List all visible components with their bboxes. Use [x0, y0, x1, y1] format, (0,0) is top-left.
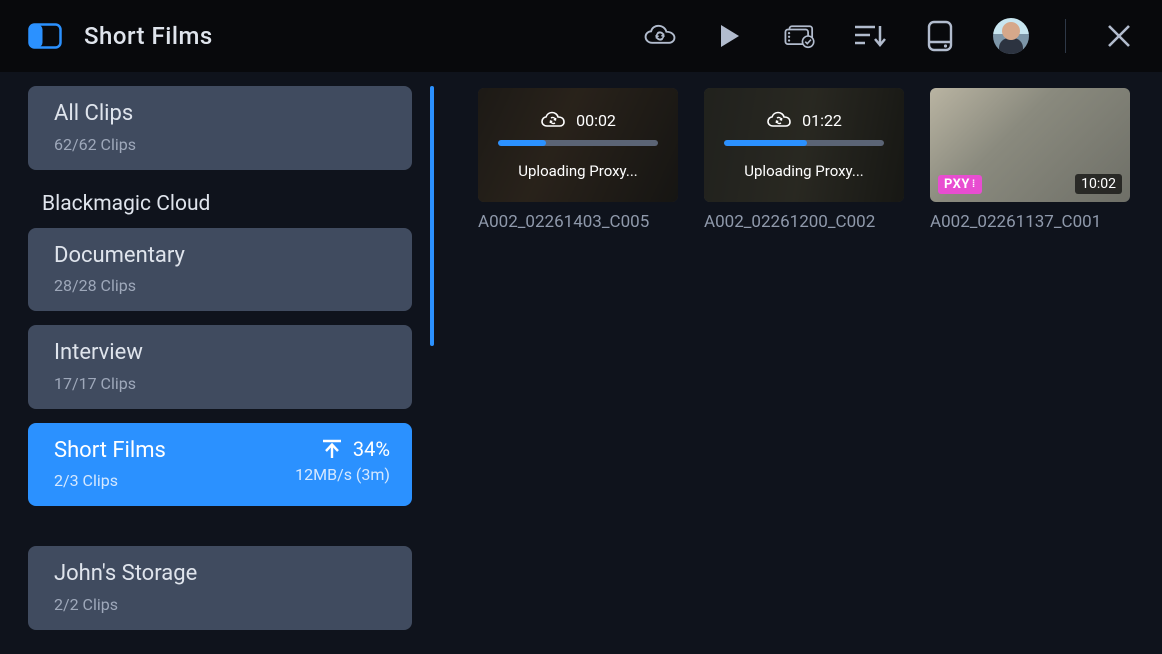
- bin-interview[interactable]: Interview 17/17 Clips: [28, 325, 412, 409]
- cloud-sync-icon: [643, 22, 677, 50]
- bin-title: Documentary: [54, 242, 390, 271]
- play-button[interactable]: [713, 19, 747, 53]
- bin-subtitle: 2/3 Clips: [54, 471, 166, 490]
- sidebar-scrollbar[interactable]: [430, 86, 434, 346]
- cloud-sync-button[interactable]: [643, 19, 677, 53]
- cloud-sync-icon: [540, 111, 566, 129]
- media-check-icon: [783, 21, 817, 51]
- progress-fill: [498, 140, 546, 146]
- clip-item[interactable]: 00:02 Uploading Proxy... A002_02261403_C…: [478, 88, 678, 232]
- bin-title: Short Films: [54, 437, 166, 466]
- progress-bar: [724, 140, 884, 146]
- pxy-badge: PXY⁞: [938, 175, 982, 194]
- upload-icon: [321, 439, 343, 459]
- clip-item[interactable]: 01:22 Uploading Proxy... A002_02261200_C…: [704, 88, 904, 232]
- upload-stats: 34% 12MB/s (3m): [295, 437, 390, 484]
- close-button[interactable]: [1102, 19, 1136, 53]
- page-title: Short Films: [84, 22, 213, 50]
- user-avatar[interactable]: [993, 18, 1029, 54]
- header-actions: [643, 18, 1136, 54]
- bin-subtitle: 2/2 Clips: [54, 595, 390, 614]
- clips-grid: 00:02 Uploading Proxy... A002_02261403_C…: [436, 72, 1162, 654]
- bin-title: John's Storage: [54, 560, 390, 589]
- upload-status: Uploading Proxy...: [518, 162, 637, 180]
- sort-icon: [853, 22, 887, 50]
- clip-name: A002_02261200_C002: [704, 212, 904, 232]
- sort-button[interactable]: [853, 19, 887, 53]
- sidebar-icon: [28, 23, 62, 49]
- clip-thumbnail: 00:02 Uploading Proxy...: [478, 88, 678, 202]
- bin-title: All Clips: [54, 100, 390, 129]
- app-body: All Clips 62/62 Clips Blackmagic Cloud D…: [0, 72, 1162, 654]
- storage-icon: [927, 20, 953, 52]
- clip-thumbnail: 01:22 Uploading Proxy...: [704, 88, 904, 202]
- storage-button[interactable]: [923, 19, 957, 53]
- divider: [1065, 19, 1066, 53]
- upload-overlay: 00:02 Uploading Proxy...: [478, 88, 678, 202]
- bin-documentary[interactable]: Documentary 28/28 Clips: [28, 228, 412, 312]
- play-icon: [719, 23, 741, 49]
- upload-time: 00:02: [576, 111, 616, 130]
- progress-fill: [724, 140, 807, 146]
- sidebar-toggle-button[interactable]: [26, 21, 64, 51]
- media-check-button[interactable]: [783, 19, 817, 53]
- bin-short-films[interactable]: Short Films 2/3 Clips 34% 12MB/s (3m): [28, 423, 412, 507]
- app-header: Short Films: [0, 0, 1162, 72]
- upload-rate: 12MB/s (3m): [295, 465, 390, 484]
- clip-name: A002_02261137_C001: [930, 212, 1130, 232]
- progress-bar: [498, 140, 658, 146]
- sidebar: All Clips 62/62 Clips Blackmagic Cloud D…: [0, 72, 436, 654]
- bin-all-clips[interactable]: All Clips 62/62 Clips: [28, 86, 412, 170]
- clip-item[interactable]: PXY⁞ 10:02 A002_02261137_C001: [930, 88, 1130, 232]
- duration-badge: 10:02: [1075, 174, 1122, 194]
- pxy-dots-icon: ⁞: [972, 180, 976, 190]
- clip-name: A002_02261403_C005: [478, 212, 678, 232]
- upload-percent: 34%: [353, 437, 390, 461]
- clip-thumbnail: PXY⁞ 10:02: [930, 88, 1130, 202]
- bin-johns-storage[interactable]: John's Storage 2/2 Clips: [28, 546, 412, 630]
- pxy-label: PXY: [944, 177, 970, 192]
- bin-subtitle: 62/62 Clips: [54, 135, 390, 154]
- bin-subtitle: 28/28 Clips: [54, 276, 390, 295]
- bin-subtitle: 17/17 Clips: [54, 374, 390, 393]
- upload-time: 01:22: [802, 111, 842, 130]
- upload-status: Uploading Proxy...: [744, 162, 863, 180]
- cloud-sync-icon: [766, 111, 792, 129]
- bin-title: Interview: [54, 339, 390, 368]
- upload-overlay: 01:22 Uploading Proxy...: [704, 88, 904, 202]
- close-icon: [1106, 23, 1132, 49]
- cloud-section-label: Blackmagic Cloud: [28, 184, 436, 228]
